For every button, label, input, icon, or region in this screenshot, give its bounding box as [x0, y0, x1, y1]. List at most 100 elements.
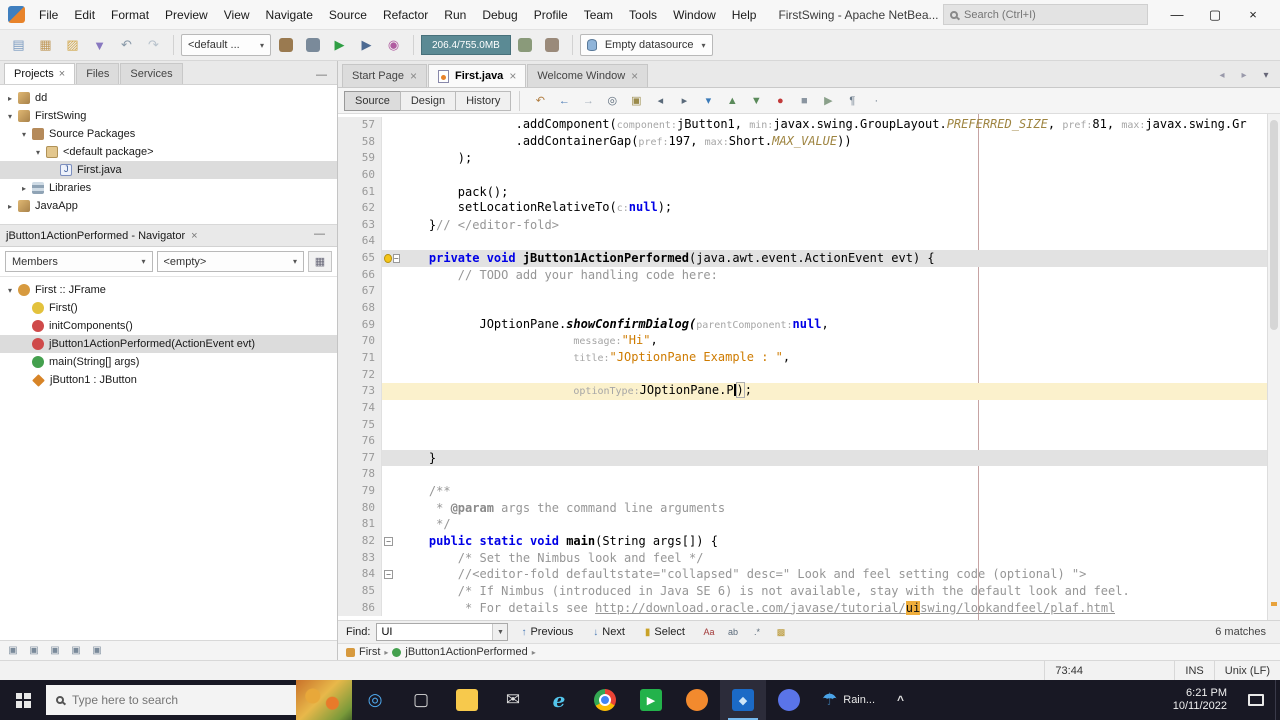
scroll-tabs-right-icon[interactable]: ▸	[1234, 66, 1254, 84]
code-line-86[interactable]: 86 * For details see http://download.ora…	[338, 599, 1267, 617]
tab-list-icon[interactable]: ▾	[1256, 66, 1276, 84]
close-icon[interactable]: ×	[59, 68, 65, 80]
menu-team[interactable]: Team	[576, 0, 621, 30]
find-select-button[interactable]: ▮ Select	[638, 623, 692, 642]
panel-tab-services[interactable]: Services	[120, 63, 183, 84]
close-button[interactable]: ×	[1234, 0, 1272, 29]
code-line-69[interactable]: 69 JOptionPane.showConfirmDialog(parentC…	[338, 316, 1267, 334]
terminal-window-icon[interactable]: ▣	[88, 643, 106, 659]
breadcrumb-item-jbutton1actionperformed[interactable]: jButton1ActionPerformed	[405, 646, 527, 658]
highlight-occurrences-icon[interactable]: ▣	[625, 91, 647, 111]
code-line-81[interactable]: 81 */	[338, 516, 1267, 534]
news-widget[interactable]	[296, 680, 352, 720]
menu-window[interactable]: Window	[665, 0, 724, 30]
tray-expand-icon[interactable]: ^	[885, 693, 916, 707]
source-view-button[interactable]: Source	[344, 90, 401, 111]
run-project-icon[interactable]: ▶	[327, 33, 352, 57]
close-tab-icon[interactable]: ×	[509, 69, 516, 83]
tree-item-default-package[interactable]: ▾ <default package>	[0, 143, 337, 161]
whole-words-toggle[interactable]: ab	[722, 623, 744, 641]
search-results-window-icon[interactable]: ▣	[67, 643, 85, 659]
find-next-button[interactable]: ↓ Next	[586, 623, 632, 642]
toggle-breakpoint-icon[interactable]: ●	[769, 91, 791, 111]
clean-build-project-icon[interactable]	[300, 33, 325, 57]
taskbar-search[interactable]	[46, 685, 296, 715]
code-line-63[interactable]: 63 }// </editor-fold>	[338, 216, 1267, 234]
previous-occurrence-icon[interactable]: ▲	[721, 91, 743, 111]
menu-run[interactable]: Run	[436, 0, 474, 30]
debug-project-icon[interactable]: ▶	[354, 33, 379, 57]
collapse-icon[interactable]: ▾	[4, 112, 16, 121]
previous-bookmark-icon[interactable]: ◂	[649, 91, 671, 111]
code-line-66[interactable]: 66 // TODO add your handling code here:	[338, 266, 1267, 284]
taskbar-search-input[interactable]	[72, 693, 252, 707]
minimize-panel-icon[interactable]: —	[308, 228, 331, 243]
minimize-panel-icon[interactable]: —	[310, 69, 333, 84]
last-edit-icon[interactable]: ↶	[529, 91, 551, 111]
navigator-header[interactable]: jButton1ActionPerformed - Navigator × —	[0, 225, 337, 247]
tasks-window-icon[interactable]: ▣	[46, 643, 64, 659]
code-line-77[interactable]: 77 }	[338, 449, 1267, 467]
fold-toggle-icon[interactable]: −	[384, 536, 393, 546]
editor-tab-welcome-window[interactable]: Welcome Window ×	[527, 64, 649, 87]
code-line-72[interactable]: 72	[338, 366, 1267, 384]
undo-icon[interactable]: ↶	[114, 33, 139, 57]
task-view-icon[interactable]: ▢	[398, 680, 444, 720]
scroll-tabs-left-icon[interactable]: ◂	[1212, 66, 1232, 84]
menu-preview[interactable]: Preview	[157, 0, 216, 30]
tree-item-libraries[interactable]: ▸ Libraries	[0, 179, 337, 197]
new-project-icon[interactable]: ▦	[33, 33, 58, 57]
code-line-58[interactable]: 58 .addContainerGap(pref:197, max:Short.…	[338, 133, 1267, 151]
design-view-button[interactable]: Design	[399, 90, 457, 111]
datasource-select[interactable]: Empty datasource ▾	[579, 34, 713, 56]
expand-icon[interactable]: ▸	[4, 94, 16, 103]
stop-macro-icon[interactable]: ■	[793, 91, 815, 111]
show-desktop-button[interactable]	[1275, 680, 1280, 720]
tree-item-first[interactable]: First()	[0, 299, 337, 317]
warning-bulb-icon[interactable]	[384, 253, 392, 263]
toggle-bookmark-icon[interactable]: ▾	[697, 91, 719, 111]
code-line-71[interactable]: 71 title:"JOptionPane Example : ",	[338, 349, 1267, 367]
menu-help[interactable]: Help	[724, 0, 765, 30]
menu-source[interactable]: Source	[321, 0, 375, 30]
build-project-icon[interactable]	[273, 33, 298, 57]
weather-taskbar-item[interactable]: ☂ Rain...	[812, 680, 885, 720]
project-config-select[interactable]: <default ... ▾	[181, 34, 271, 56]
tree-item-jbutton1-jbutton[interactable]: jButton1 : JButton	[0, 371, 337, 389]
close-tab-icon[interactable]: ×	[410, 69, 417, 83]
start-macro-icon[interactable]: ▶	[817, 91, 839, 111]
tree-item-initcomponents[interactable]: initComponents()	[0, 317, 337, 335]
profile-project-icon[interactable]: ◉	[381, 33, 406, 57]
code-line-65[interactable]: 65− private void jButton1ActionPerformed…	[338, 250, 1267, 267]
run-gc-icon[interactable]	[513, 33, 538, 57]
tree-item-main-string-args[interactable]: main(String[] args)	[0, 353, 337, 371]
open-project-icon[interactable]: ▨	[60, 33, 85, 57]
code-line-62[interactable]: 62 setLocationRelativeTo(c:null);	[338, 200, 1267, 217]
find-previous-button[interactable]: ↑ Previous	[514, 623, 580, 642]
forward-icon[interactable]: →	[577, 91, 599, 111]
regex-toggle[interactable]: .*	[746, 623, 768, 641]
menu-edit[interactable]: Edit	[66, 0, 103, 30]
taskbar-clock[interactable]: 6:21 PM 10/11/2022	[1163, 687, 1237, 713]
fold-toggle-icon[interactable]: −	[392, 253, 400, 263]
breadcrumb-item-first[interactable]: First	[359, 646, 380, 658]
file-explorer-icon[interactable]	[444, 680, 490, 720]
tree-item-dd[interactable]: ▸ dd	[0, 89, 337, 107]
insert-mode-indicator[interactable]: INS	[1174, 661, 1213, 680]
code-line-82[interactable]: 82− public static void main(String args[…	[338, 533, 1267, 550]
tree-item-javaapp[interactable]: ▸ JavaApp	[0, 197, 337, 215]
chrome-icon[interactable]	[582, 680, 628, 720]
code-line-61[interactable]: 61 pack();	[338, 183, 1267, 201]
close-tab-icon[interactable]: ×	[631, 69, 638, 83]
memory-indicator[interactable]: 206.4/755.0MB	[421, 35, 511, 55]
code-line-80[interactable]: 80 * @param args the command line argume…	[338, 499, 1267, 517]
save-all-icon[interactable]: ▼	[87, 33, 112, 57]
maximize-button[interactable]: ▢	[1196, 0, 1234, 29]
menu-file[interactable]: File	[31, 0, 66, 30]
heap-dump-icon[interactable]	[540, 33, 565, 57]
panel-tab-projects[interactable]: Projects ×	[4, 63, 76, 84]
editor-tab-start-page[interactable]: Start Page ×	[342, 64, 427, 87]
code-line-57[interactable]: 57 .addComponent(component:jButton1, min…	[338, 117, 1267, 134]
code-line-79[interactable]: 79 /**	[338, 483, 1267, 500]
output-window-icon[interactable]: ▣	[4, 643, 22, 659]
